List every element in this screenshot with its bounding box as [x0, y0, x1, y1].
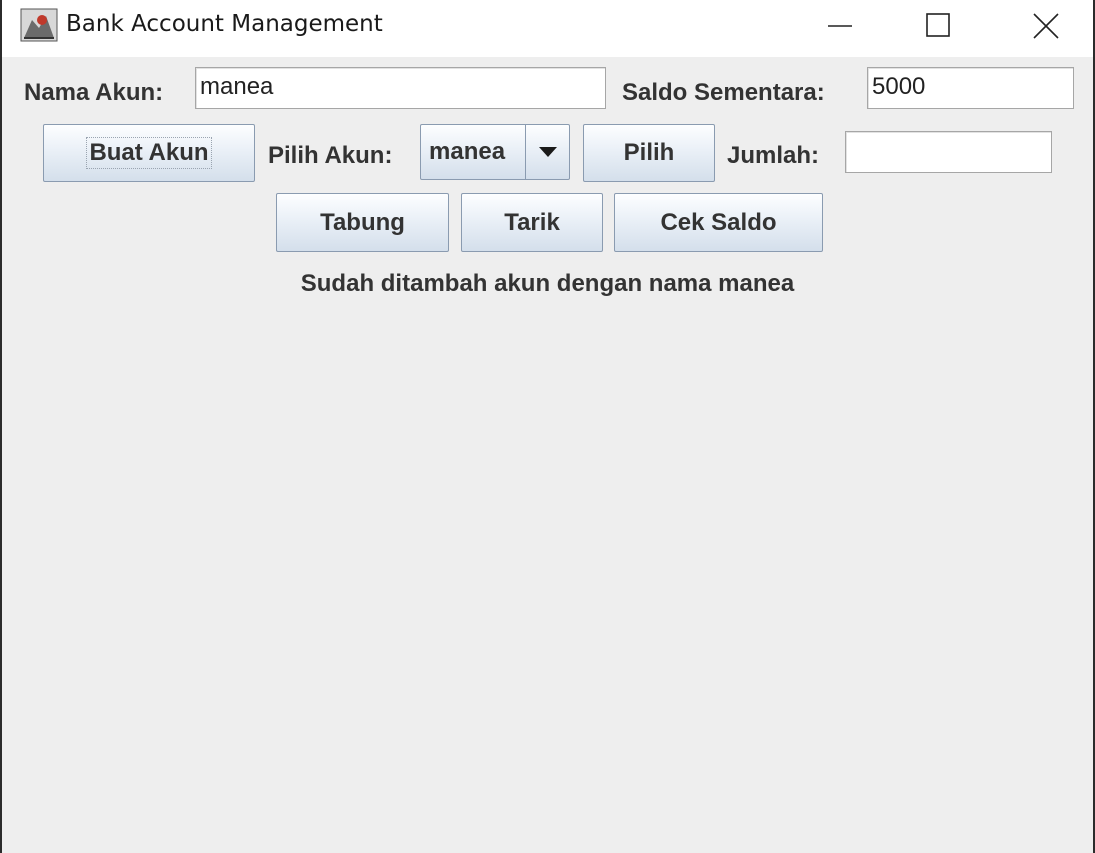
app-window: Bank Account Management Nama Akun: manea… — [0, 0, 1095, 853]
deposit-button[interactable]: Tabung — [276, 193, 449, 252]
maximize-button[interactable] — [908, 0, 968, 50]
maximize-icon — [926, 13, 950, 37]
java-app-icon — [20, 8, 58, 42]
select-account-label: Pilih Akun: — [268, 142, 393, 169]
chevron-down-icon — [539, 147, 557, 157]
window-title: Bank Account Management — [66, 11, 383, 37]
withdraw-button[interactable]: Tarik — [461, 193, 603, 252]
close-icon — [1033, 13, 1059, 39]
temp-balance-field[interactable]: 5000 — [867, 67, 1074, 109]
minimize-icon — [828, 25, 852, 27]
dropdown-arrow-button[interactable] — [525, 125, 569, 179]
create-account-button[interactable]: Buat Akun — [43, 124, 255, 182]
account-dropdown-value: manea — [429, 138, 506, 165]
minimize-button[interactable] — [810, 0, 870, 50]
check-balance-button[interactable]: Cek Saldo — [614, 193, 823, 252]
amount-label: Jumlah: — [727, 142, 820, 169]
status-message: Sudah ditambah akun dengan nama manea — [300, 270, 795, 297]
close-button[interactable] — [1015, 0, 1075, 50]
form-panel: Nama Akun: manea Saldo Sementara: 5000 B… — [2, 57, 1093, 853]
select-button[interactable]: Pilih — [583, 124, 715, 182]
amount-field[interactable] — [845, 131, 1052, 173]
temp-balance-label: Saldo Sementara: — [622, 79, 825, 106]
title-bar[interactable]: Bank Account Management — [2, 0, 1093, 57]
account-name-field[interactable]: manea — [195, 67, 606, 109]
account-name-label: Nama Akun: — [24, 79, 164, 106]
create-account-button-label: Buat Akun — [86, 137, 212, 169]
account-dropdown[interactable]: manea — [420, 124, 570, 180]
